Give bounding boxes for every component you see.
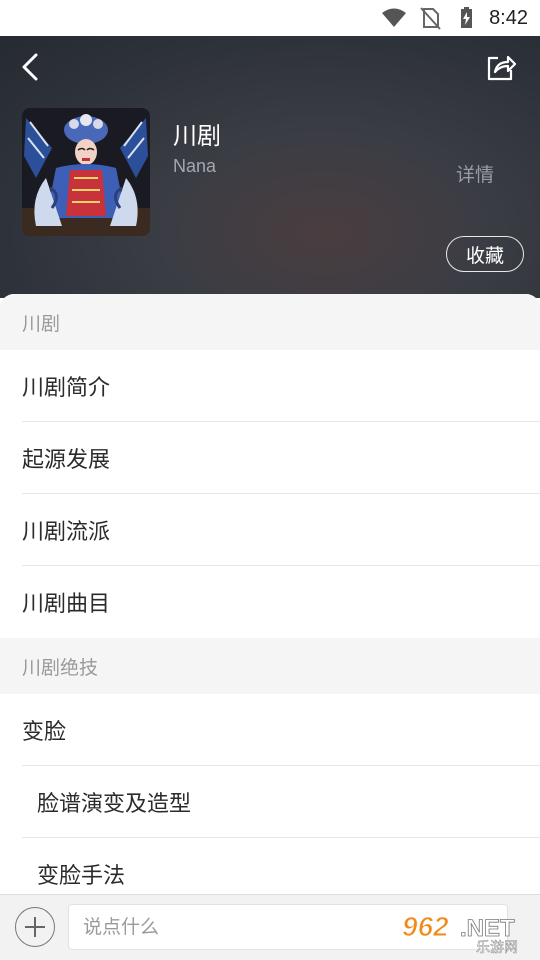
album-cover <box>22 108 150 236</box>
add-button[interactable] <box>15 907 55 947</box>
details-link[interactable]: 详情 <box>456 160 494 187</box>
list-item[interactable]: 川剧简介 <box>0 350 540 422</box>
wifi-icon <box>382 8 407 27</box>
list-item[interactable]: 起源发展 <box>0 422 540 494</box>
battery-charging-icon <box>461 7 473 28</box>
list-item-label: 川剧曲目 <box>22 592 111 617</box>
list-item-label: 变脸手法 <box>37 864 126 889</box>
plus-icon <box>25 917 45 937</box>
section-header: 川剧绝技 <box>0 638 540 694</box>
album-title: 川剧 <box>173 122 221 150</box>
author-name[interactable]: Nana <box>173 156 216 177</box>
list-item-label: 脸谱演变及造型 <box>37 792 192 817</box>
svg-text:乐游网: 乐游网 <box>476 940 518 954</box>
list-subitem[interactable]: 变脸手法 <box>0 838 540 894</box>
album-header: 川剧 Nana 详情 收藏 <box>0 36 540 298</box>
list-item-label: 起源发展 <box>22 448 111 473</box>
list-item[interactable]: 川剧曲目 <box>0 566 540 638</box>
chapter-list: 川剧 川剧简介 起源发展 川剧流派 川剧曲目 川剧绝技 变脸 脸谱演变及造型 变… <box>0 294 540 894</box>
status-bar: 8:42 <box>0 0 540 36</box>
list-item-label: 川剧流派 <box>22 520 111 545</box>
collect-button[interactable]: 收藏 <box>446 236 524 272</box>
svg-text:962: 962 <box>402 911 449 942</box>
back-arrow-icon[interactable] <box>14 50 48 84</box>
share-icon[interactable] <box>484 50 518 84</box>
svg-text:.NET: .NET <box>460 915 515 942</box>
section-header: 川剧 <box>0 294 540 350</box>
site-watermark-logo: 962 .NET 乐游网 <box>402 911 519 955</box>
opera-performer-image <box>22 108 150 236</box>
list-item-label: 变脸 <box>22 720 67 745</box>
no-sim-icon <box>420 7 441 30</box>
status-time: 8:42 <box>489 6 528 29</box>
list-item[interactable]: 变脸 <box>0 694 540 766</box>
list-item[interactable]: 川剧流派 <box>0 494 540 566</box>
list-subitem[interactable]: 脸谱演变及造型 <box>0 766 540 838</box>
list-item-label: 川剧简介 <box>22 376 111 401</box>
